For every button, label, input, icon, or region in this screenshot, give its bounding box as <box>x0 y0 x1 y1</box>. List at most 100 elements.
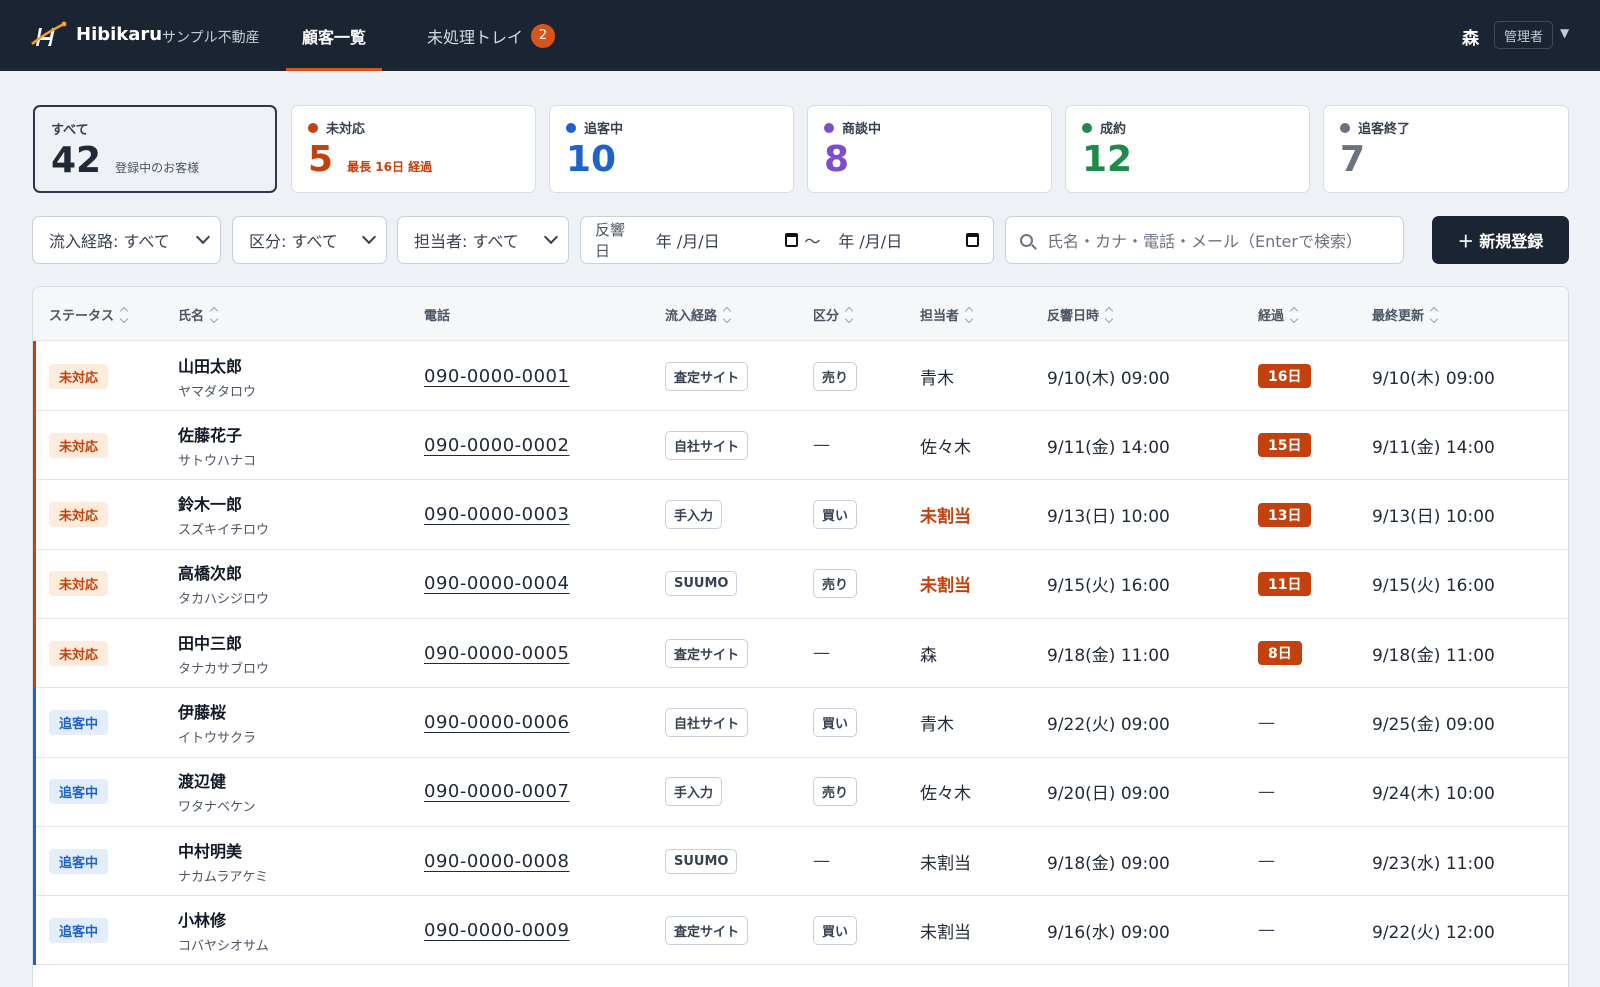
elapsed-badge: 8日 <box>1258 641 1302 666</box>
tray-count-badge: 2 <box>531 23 556 48</box>
hibikaru-logo-icon <box>31 21 67 46</box>
column-header-name[interactable]: 氏名 <box>178 305 219 324</box>
response-datetime: 9/18(金) 11:00 <box>1047 645 1170 666</box>
last-updated: 9/25(金) 09:00 <box>1372 715 1495 735</box>
table-row[interactable]: 未対応 山田太郎 ヤマダタロウ 090-0000-0001 査定サイト 売り 青木… <box>33 341 1568 411</box>
table-row[interactable]: 未対応 田中三郎 タナカサブロウ 090-0000-0005 査定サイト — 森 … <box>33 618 1568 689</box>
phone-link[interactable]: 090-0000-0006 <box>424 712 569 733</box>
status-color-bar <box>33 895 36 966</box>
date-to-input[interactable]: 年 /月/日 <box>838 228 965 252</box>
phone-link[interactable]: 090-0000-0009 <box>424 920 569 941</box>
stat-count: 7 <box>1340 139 1366 180</box>
stat-label: 成約 <box>1100 122 1127 137</box>
customer-name[interactable]: 高橋次郎 <box>178 560 269 584</box>
status-badge: 未対応 <box>49 640 109 666</box>
status-color-bar <box>33 479 36 550</box>
stat-card-following[interactable]: 追客中 10 <box>549 105 794 193</box>
customer-name[interactable]: 渡辺健 <box>178 768 256 792</box>
response-datetime: 9/20(日) 09:00 <box>1047 784 1170 805</box>
source-tag: 手入力 <box>665 777 723 807</box>
top-navbar: Hibikaru サンプル不動産 顧客一覧 未処理トレイ 2 森 管理者 ▼ <box>0 0 1600 71</box>
assignee: 青木 <box>920 368 954 389</box>
customer-kana: コバヤシオサム <box>178 938 269 954</box>
table-row[interactable]: 未対応 鈴木一郎 スズキイチロウ 090-0000-0003 手入力 買い 未割当… <box>33 479 1568 550</box>
column-header-status[interactable]: ステータス <box>49 305 129 324</box>
phone-link[interactable]: 090-0000-0008 <box>424 851 569 872</box>
response-datetime: 9/15(火) 16:00 <box>1047 576 1170 597</box>
search-placeholder: 氏名・カナ・電話・メール（Enterで検索） <box>1047 232 1362 251</box>
column-header-phone: 電話 <box>424 309 451 324</box>
user-name[interactable]: 森 <box>1462 24 1479 49</box>
customer-name[interactable]: 小林修 <box>178 907 269 931</box>
last-updated: 9/10(木) 09:00 <box>1372 368 1495 389</box>
customer-name[interactable]: 鈴木一郎 <box>178 491 269 515</box>
customer-name[interactable]: 伊藤桜 <box>178 699 256 723</box>
category-filter-value: 区分: すべて <box>249 232 338 251</box>
elapsed-badge: 16日 <box>1258 364 1312 388</box>
status-dot-icon <box>1082 122 1092 133</box>
phone-link[interactable]: 090-0000-0004 <box>424 573 569 594</box>
tab-customer-list[interactable]: 顧客一覧 <box>285 0 383 71</box>
phone-link[interactable]: 090-0000-0003 <box>424 504 569 525</box>
customer-name[interactable]: 山田太郎 <box>178 353 256 377</box>
elapsed-badge: 11日 <box>1258 571 1312 596</box>
assignee: 青木 <box>920 715 954 735</box>
stat-card-all[interactable]: すべて 42 登録中のお客様 <box>33 105 277 193</box>
tab-unprocessed-tray[interactable]: 未処理トレイ 2 <box>427 0 556 71</box>
new-register-button[interactable]: ＋ 新規登録 <box>1432 216 1569 264</box>
table-row[interactable]: 未対応 高橋次郎 タカハシジロウ 090-0000-0004 SUUMO 売り 未… <box>33 548 1568 619</box>
customer-name[interactable]: 田中三郎 <box>178 630 269 654</box>
column-header-category[interactable]: 区分 <box>813 305 854 324</box>
search-input[interactable]: 氏名・カナ・電話・メール（Enterで検索） <box>1005 216 1404 264</box>
elapsed-empty: — <box>1258 920 1275 941</box>
brand-name: Hibikaru <box>76 24 163 45</box>
response-datetime: 9/22(火) 09:00 <box>1047 715 1170 735</box>
status-badge: 追客中 <box>49 779 109 805</box>
source-tag: 査定サイト <box>665 915 749 945</box>
elapsed-badge: 15日 <box>1258 433 1312 458</box>
stat-label: すべて <box>51 123 89 138</box>
sort-icon <box>1289 306 1299 323</box>
assignee-filter-value: 担当者: すべて <box>414 232 519 251</box>
chevron-down-icon <box>361 229 377 245</box>
stat-sub: 登録中のお客様 <box>115 161 200 175</box>
customer-name[interactable]: 中村明美 <box>178 838 268 862</box>
stat-label: 追客中 <box>584 122 624 137</box>
source-filter-select[interactable]: 流入経路: すべて <box>32 216 221 264</box>
calendar-icon[interactable] <box>965 233 979 247</box>
phone-link[interactable]: 090-0000-0007 <box>424 781 569 802</box>
calendar-icon[interactable] <box>784 233 799 247</box>
date-from-input[interactable]: 年 /月/日 <box>656 228 785 252</box>
stat-card-unhandled[interactable]: 未対応 5 最長 16日 経過 <box>291 105 536 193</box>
column-header-assignee[interactable]: 担当者 <box>920 305 974 324</box>
phone-link[interactable]: 090-0000-0001 <box>424 366 569 387</box>
stat-card-closed[interactable]: 追客終了 7 <box>1323 105 1569 193</box>
table-row[interactable]: 追客中 渡辺健 ワタナベケン 090-0000-0007 手入力 売り 佐々木 9… <box>33 756 1568 827</box>
sort-icon <box>844 306 854 323</box>
stat-card-negotiating[interactable]: 商談中 8 <box>807 105 1052 193</box>
table-row[interactable]: 追客中 小林修 コバヤシオサム 090-0000-0009 査定サイト 買い 未割… <box>33 895 1568 966</box>
customer-name[interactable]: 佐藤花子 <box>178 422 256 446</box>
user-menu-caret-icon[interactable]: ▼ <box>1560 26 1569 40</box>
category-filter-select[interactable]: 区分: すべて <box>232 216 387 264</box>
response-datetime: 9/13(日) 10:00 <box>1047 507 1170 528</box>
column-header-elapsed[interactable]: 経過 <box>1258 305 1299 324</box>
elapsed-badge: 13日 <box>1258 502 1312 527</box>
stat-count: 8 <box>824 139 850 180</box>
assignee-filter-select[interactable]: 担当者: すべて <box>397 216 569 264</box>
column-header-updated[interactable]: 最終更新 <box>1372 305 1439 324</box>
phone-link[interactable]: 090-0000-0002 <box>424 435 569 456</box>
source-filter-value: 流入経路: すべて <box>49 232 170 251</box>
column-header-source[interactable]: 流入経路 <box>665 305 732 324</box>
stat-sub: 最長 16日 経過 <box>347 160 433 174</box>
table-row[interactable]: 追客中 中村明美 ナカムラアケミ 090-0000-0008 SUUMO — 未割… <box>33 826 1568 897</box>
table-row[interactable]: 未対応 佐藤花子 サトウハナコ 090-0000-0002 自社サイト — 佐々木… <box>33 410 1568 481</box>
stat-card-contracted[interactable]: 成約 12 <box>1065 105 1310 193</box>
role-badge: 管理者 <box>1494 21 1554 49</box>
table-row[interactable]: 追客中 伊藤桜 イトウサクラ 090-0000-0006 自社サイト 買い 青木 … <box>33 687 1568 758</box>
stat-count: 12 <box>1082 139 1133 180</box>
chevron-down-icon <box>195 229 211 245</box>
elapsed-empty: — <box>1258 712 1275 733</box>
phone-link[interactable]: 090-0000-0005 <box>424 643 569 664</box>
column-header-response-date[interactable]: 反響日時 <box>1047 305 1114 324</box>
